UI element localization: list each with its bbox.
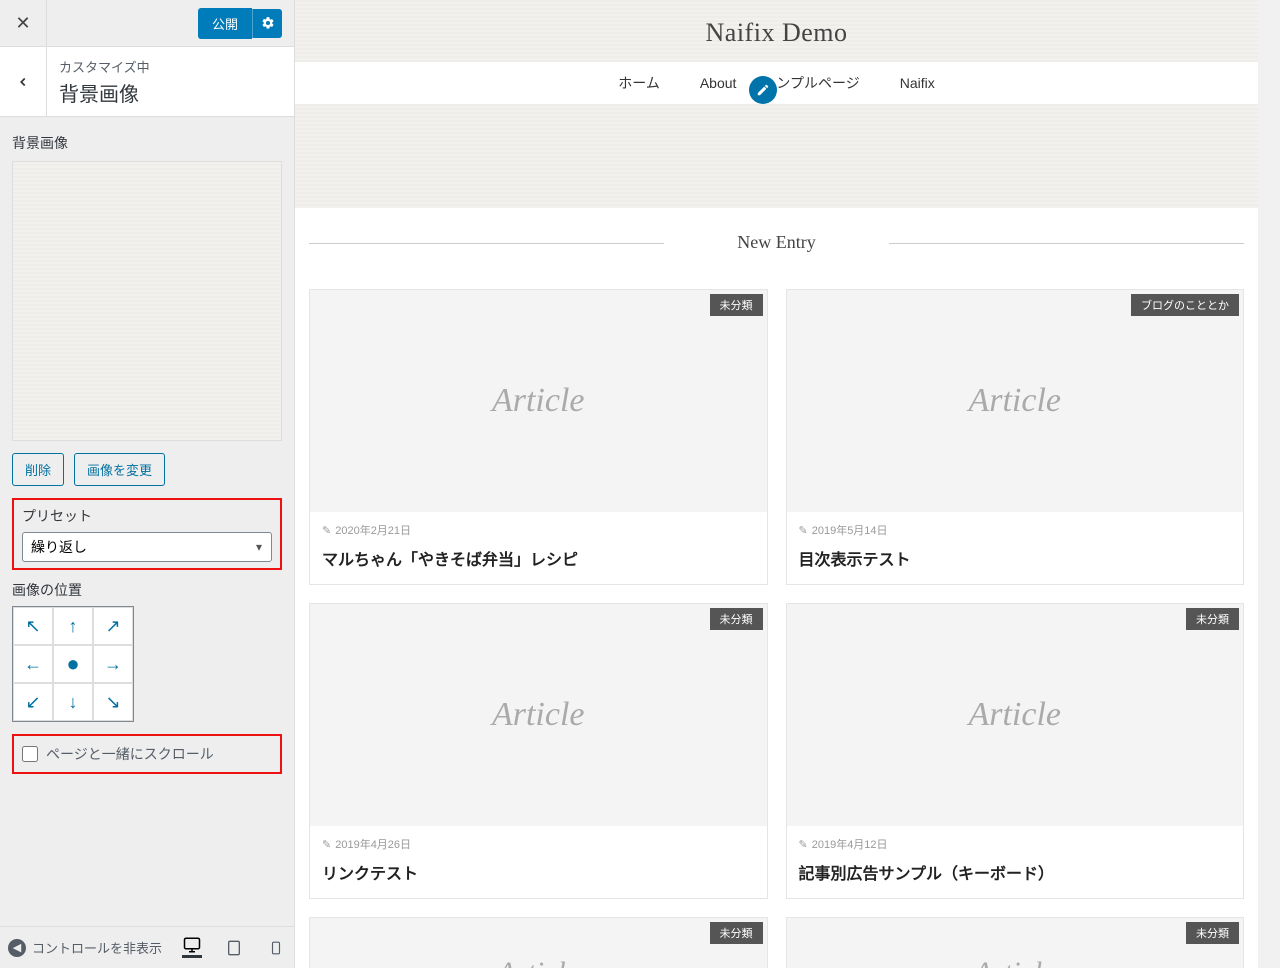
position-top-right[interactable]: ↗ bbox=[93, 607, 133, 645]
device-tablet-button[interactable] bbox=[224, 938, 244, 958]
article-thumbnail: Article bbox=[310, 290, 767, 512]
mobile-icon bbox=[269, 941, 283, 955]
position-bottom-center[interactable]: ↓ bbox=[53, 683, 93, 721]
pencil-icon: ✎ bbox=[322, 838, 331, 851]
category-tag[interactable]: 未分類 bbox=[1186, 608, 1239, 630]
gear-icon bbox=[261, 16, 275, 30]
article-thumbnail: Article bbox=[787, 918, 1244, 968]
position-top-center[interactable]: ↑ bbox=[53, 607, 93, 645]
article-title: 目次表示テスト bbox=[787, 542, 1244, 584]
pencil-icon bbox=[756, 83, 770, 97]
scroll-with-page-label: ページと一緒にスクロール bbox=[46, 744, 214, 764]
device-desktop-button[interactable] bbox=[182, 938, 202, 958]
position-center-right[interactable]: → bbox=[93, 645, 133, 683]
category-tag[interactable]: ブログのこととか bbox=[1131, 294, 1239, 316]
article-card[interactable]: ブログのこととか Article ✎ 2019年5月14日 目次表示テスト bbox=[786, 289, 1245, 585]
edit-shortcut-button[interactable] bbox=[749, 76, 777, 104]
article-card[interactable]: 未分類 Article bbox=[309, 917, 768, 968]
nav-sample[interactable]: ンプルページ bbox=[776, 73, 859, 93]
article-thumbnail: Article bbox=[787, 290, 1244, 512]
category-tag[interactable]: 未分類 bbox=[710, 922, 763, 944]
tablet-icon bbox=[226, 940, 242, 956]
article-date: 2020年2月21日 bbox=[335, 522, 411, 538]
article-title: マルちゃん「やきそば弁当」レシピ bbox=[310, 542, 767, 584]
article-title: 記事別広告サンプル（キーボード） bbox=[787, 856, 1244, 898]
article-card[interactable]: 未分類 Article ✎ 2020年2月21日 マルちゃん「やきそば弁当」レシピ bbox=[309, 289, 768, 585]
customizing-label: カスタマイズ中 bbox=[59, 57, 150, 76]
article-card[interactable]: 未分類 Article ✎ 2019年4月26日 リンクテスト bbox=[309, 603, 768, 899]
article-card[interactable]: 未分類 Article bbox=[786, 917, 1245, 968]
preview-scroll[interactable]: Naifix Demo ホーム About ンプルページ Naifix New … bbox=[295, 0, 1258, 968]
nav-home[interactable]: ホーム bbox=[618, 73, 660, 93]
scroll-with-page-checkbox[interactable] bbox=[22, 746, 38, 762]
preset-highlight: プリセット 繰り返し ▾ bbox=[12, 498, 282, 570]
desktop-icon bbox=[183, 936, 201, 954]
pencil-icon: ✎ bbox=[799, 524, 808, 537]
collapse-label: コントロールを非表示 bbox=[32, 938, 162, 957]
section-heading: New Entry bbox=[309, 232, 1244, 253]
chevron-left-icon bbox=[16, 75, 30, 89]
preset-label: プリセット bbox=[22, 506, 272, 526]
article-date: 2019年4月12日 bbox=[812, 836, 888, 852]
position-grid: ↖ ↑ ↗ ← ● → ↙ ↓ ↘ bbox=[12, 606, 134, 722]
scroll-highlight: ページと一緒にスクロール bbox=[12, 734, 282, 774]
preset-select[interactable]: 繰り返し bbox=[22, 532, 272, 562]
category-tag[interactable]: 未分類 bbox=[710, 294, 763, 316]
site-title[interactable]: Naifix Demo bbox=[295, 0, 1258, 62]
remove-image-button[interactable]: 削除 bbox=[12, 453, 64, 486]
change-image-button[interactable]: 画像を変更 bbox=[74, 453, 165, 486]
position-top-left[interactable]: ↖ bbox=[13, 607, 53, 645]
preview-pane: Naifix Demo ホーム About ンプルページ Naifix New … bbox=[295, 0, 1258, 968]
section-title: 背景画像 bbox=[59, 78, 150, 107]
article-date: 2019年4月26日 bbox=[335, 836, 411, 852]
position-center[interactable]: ● bbox=[53, 645, 93, 683]
back-button[interactable] bbox=[0, 47, 47, 116]
category-tag[interactable]: 未分類 bbox=[1186, 922, 1239, 944]
collapse-icon: ◀ bbox=[8, 939, 26, 957]
article-thumbnail: Article bbox=[787, 604, 1244, 826]
bg-image-preview[interactable] bbox=[12, 161, 282, 441]
nav-about[interactable]: About bbox=[700, 75, 737, 91]
publish-settings-button[interactable] bbox=[252, 9, 282, 38]
collapse-controls-button[interactable]: ◀ コントロールを非表示 bbox=[8, 938, 174, 957]
article-card[interactable]: 未分類 Article ✎ 2019年4月12日 記事別広告サンプル（キーボード） bbox=[786, 603, 1245, 899]
customizer-sidebar: ✕ 公開 カスタマイズ中 背景画像 背景画像 削除 画像を変更 bbox=[0, 0, 295, 968]
article-title: リンクテスト bbox=[310, 856, 767, 898]
article-thumbnail: Article bbox=[310, 604, 767, 826]
close-customizer-button[interactable]: ✕ bbox=[0, 0, 47, 46]
main-nav: ホーム About ンプルページ Naifix bbox=[295, 62, 1258, 104]
publish-button[interactable]: 公開 bbox=[198, 8, 252, 39]
device-mobile-button[interactable] bbox=[266, 938, 286, 958]
position-bottom-left[interactable]: ↙ bbox=[13, 683, 53, 721]
pencil-icon: ✎ bbox=[322, 524, 331, 537]
article-thumbnail: Article bbox=[310, 918, 767, 968]
bg-image-heading: 背景画像 bbox=[12, 133, 282, 153]
position-label: 画像の位置 bbox=[12, 580, 282, 600]
category-tag[interactable]: 未分類 bbox=[710, 608, 763, 630]
article-date: 2019年5月14日 bbox=[812, 522, 888, 538]
pencil-icon: ✎ bbox=[799, 838, 808, 851]
nav-naifix[interactable]: Naifix bbox=[900, 75, 935, 91]
position-center-left[interactable]: ← bbox=[13, 645, 53, 683]
position-bottom-right[interactable]: ↘ bbox=[93, 683, 133, 721]
